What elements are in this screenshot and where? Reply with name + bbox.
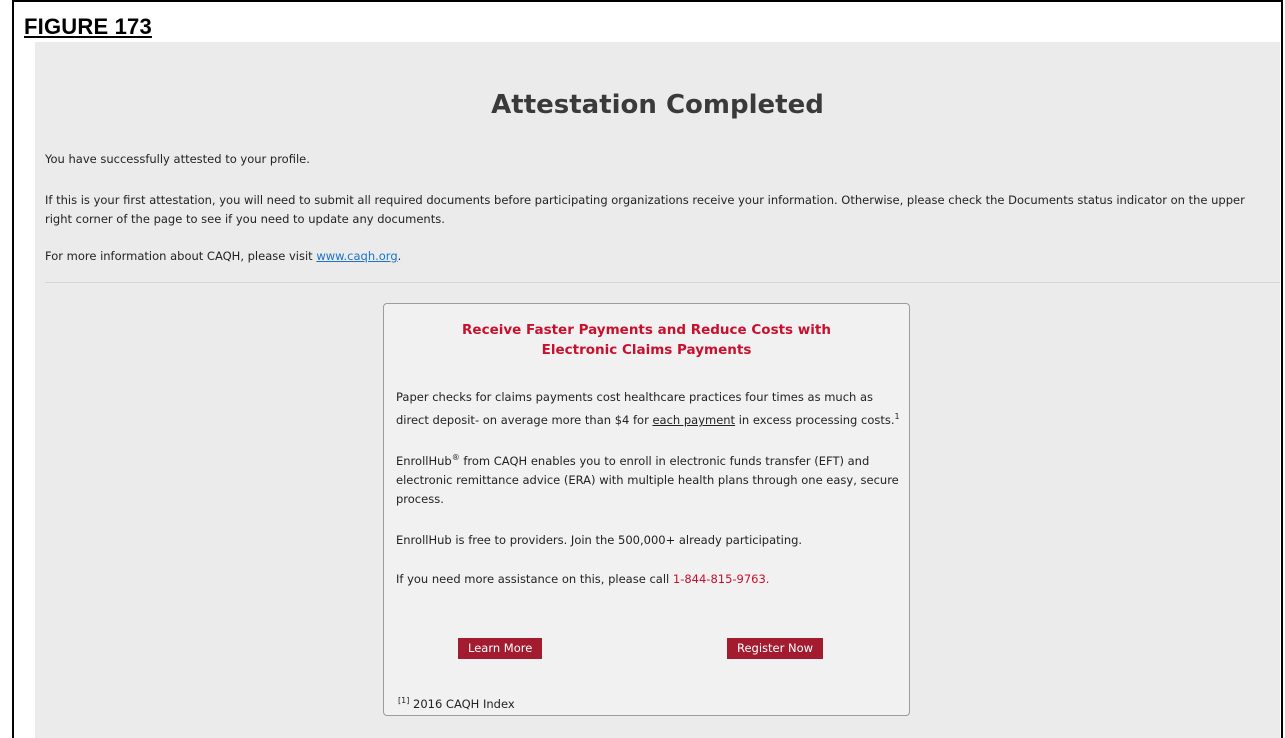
promo-p1-text-end: in excess processing costs. (735, 412, 895, 427)
promo-p2-text: from CAQH enables you to enroll in elect… (396, 453, 899, 506)
caqh-info-suffix: . (397, 249, 402, 263)
promo-heading-line1: Receive Faster Payments and Reduce Costs… (462, 322, 831, 338)
footnote: [1] 2016 CAQH Index (398, 696, 515, 711)
promo-heading-line2: Electronic Claims Payments (541, 342, 752, 358)
caqh-website-link[interactable]: www.caqh.org (316, 249, 397, 263)
promo-paragraph-assistance: If you need more assistance on this, ple… (396, 570, 901, 589)
caqh-info-message: For more information about CAQH, please … (45, 247, 1260, 266)
registered-trademark: ® (451, 453, 460, 462)
register-now-button[interactable]: Register Now (727, 638, 824, 659)
learn-more-button[interactable]: Learn More (458, 638, 543, 659)
promo-p1-emphasis: each payment (652, 412, 736, 427)
footnote-text: 2016 CAQH Index (409, 696, 515, 711)
footnote-reference: 1 (894, 412, 900, 421)
enrollhub-promo-card: Receive Faster Payments and Reduce Costs… (383, 303, 910, 716)
footnote-marker: [1] (398, 696, 410, 705)
figure-label: FIGURE 173 (24, 14, 152, 39)
promo-heading: Receive Faster Payments and Reduce Costs… (404, 320, 889, 360)
promo-paragraph-free: EnrollHub is free to providers. Join the… (396, 533, 803, 547)
assistance-phone[interactable]: 1-844-815-9763. (673, 572, 770, 586)
success-message: You have successfully attested to your p… (45, 152, 310, 166)
promo-paragraph-enrollhub: EnrollHub® from CAQH enables you to enro… (396, 448, 901, 509)
documents-message: If this is your first attestation, you w… (45, 193, 1245, 226)
assistance-prefix: If you need more assistance on this, ple… (396, 572, 673, 586)
promo-paragraph-cost: Paper checks for claims payments cost he… (396, 388, 901, 430)
page-title: Attestation Completed (491, 90, 824, 120)
attestation-page: Attestation Completed You have successfu… (35, 42, 1280, 738)
enrollhub-brand: EnrollHub (396, 453, 452, 468)
section-divider (45, 282, 1280, 283)
caqh-info-prefix: For more information about CAQH, please … (45, 249, 317, 263)
